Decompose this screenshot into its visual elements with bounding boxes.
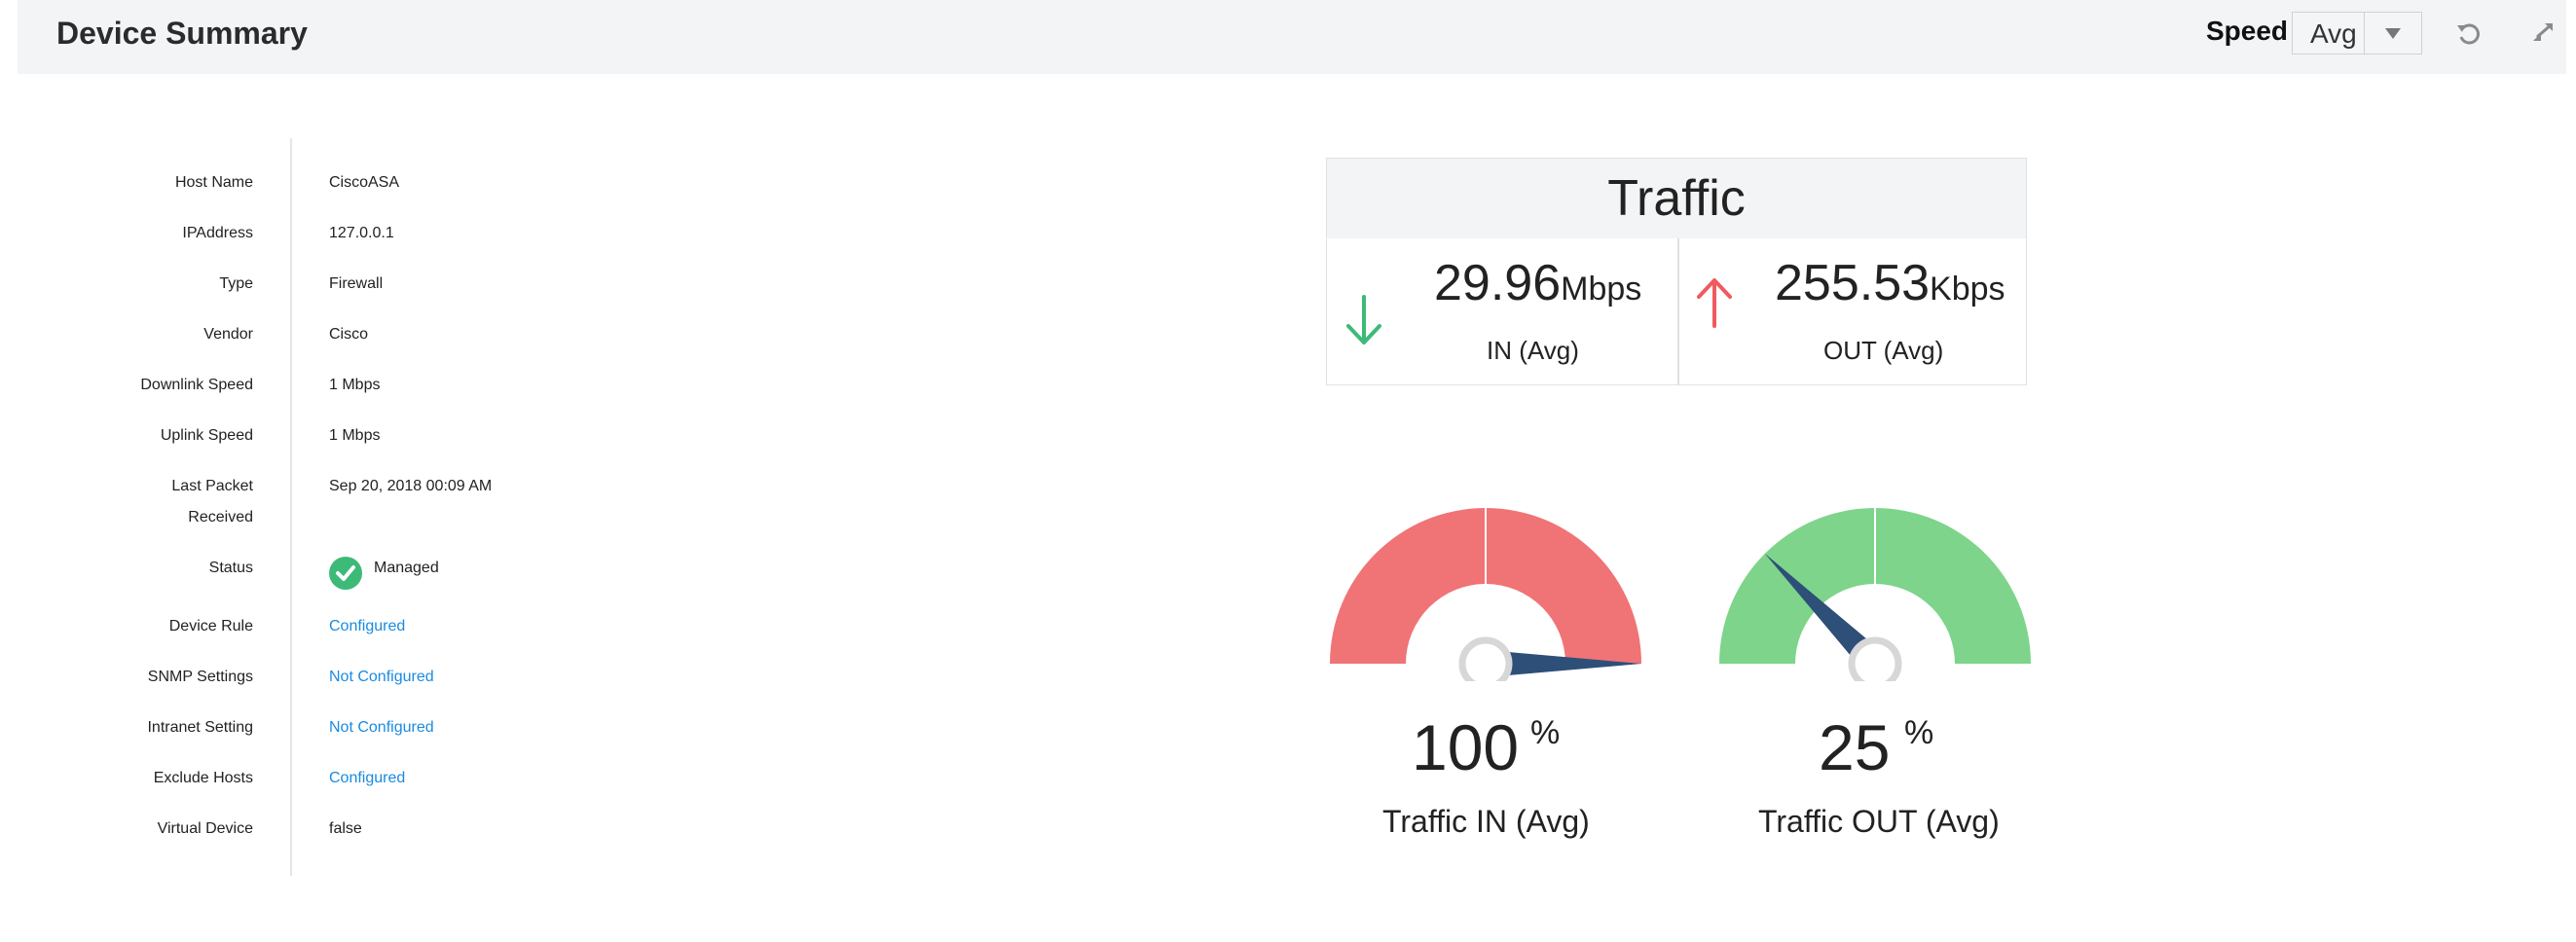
- collapse-icon[interactable]: [2527, 18, 2558, 49]
- traffic-title: Traffic: [1327, 159, 2026, 238]
- last-packet-value: Sep 20, 2018 00:09 AM: [329, 478, 493, 494]
- uplink-speed-value: 1 Mbps: [329, 427, 381, 444]
- vendor-label: Vendor: [203, 326, 253, 343]
- status-label: Status: [208, 560, 253, 576]
- info-divider: [290, 138, 292, 876]
- refresh-icon[interactable]: [2453, 18, 2484, 49]
- device-rule-link[interactable]: Configured: [329, 611, 405, 642]
- traffic-card: Traffic 29.96Mbps IN (Avg) 255.53Kbps OU…: [1326, 158, 2027, 385]
- check-circle-icon: [329, 557, 362, 590]
- traffic-out-reading: 255.53Kbps: [1775, 254, 2006, 312]
- arrow-up-icon: [1697, 278, 1732, 328]
- intranet-setting-link[interactable]: Not Configured: [329, 712, 434, 743]
- traffic-out-value: 255.53: [1775, 255, 1931, 311]
- traffic-out-gauge: [1719, 485, 2031, 681]
- gauge-hub: [1848, 636, 1902, 681]
- uplink-speed-label: Uplink Speed: [160, 427, 253, 444]
- type-label: Type: [219, 275, 253, 292]
- ip-address-label: IPAddress: [182, 225, 253, 241]
- ip-address-value: 127.0.0.1: [329, 225, 394, 241]
- traffic-out-label: OUT (Avg): [1823, 336, 1944, 365]
- downlink-speed-value: 1 Mbps: [329, 377, 381, 393]
- traffic-in-gauge-value: 100: [1412, 711, 1520, 783]
- virtual-device-value: false: [329, 820, 362, 837]
- downlink-speed-label: Downlink Speed: [140, 377, 253, 393]
- snmp-settings-label: SNMP Settings: [147, 669, 253, 685]
- traffic-out-unit: Kbps: [1930, 271, 2006, 308]
- traffic-in-gauge-unit: %: [1530, 714, 1561, 751]
- snmp-settings-link[interactable]: Not Configured: [329, 662, 434, 693]
- traffic-in-label: IN (Avg): [1487, 336, 1579, 365]
- exclude-hosts-label: Exclude Hosts: [153, 770, 253, 786]
- speed-label: Speed: [2206, 16, 2289, 46]
- speed-selected-value: Avg: [2310, 18, 2357, 49]
- status-value: Managed: [374, 560, 439, 576]
- traffic-in-unit: Mbps: [1561, 271, 1642, 308]
- last-packet-label-line1: Last Packet: [171, 478, 253, 494]
- host-name-value: CiscoASA: [329, 174, 400, 191]
- traffic-in-gauge-label: Traffic IN (Avg): [1382, 804, 1590, 839]
- type-value: Firewall: [329, 275, 384, 292]
- intranet-setting-label: Intranet Setting: [147, 719, 253, 736]
- host-name-label: Host Name: [174, 174, 253, 191]
- last-packet-label-line2: Received: [188, 509, 253, 525]
- speed-dropdown[interactable]: Avg: [2292, 12, 2422, 54]
- traffic-divider: [1677, 238, 1679, 384]
- traffic-in-gauge: [1330, 485, 1641, 681]
- exclude-hosts-link[interactable]: Configured: [329, 763, 405, 794]
- traffic-in-value: 29.96: [1434, 255, 1562, 311]
- arrow-down-icon: [1346, 295, 1381, 344]
- device-rule-label: Device Rule: [168, 618, 253, 634]
- traffic-out-gauge-label: Traffic OUT (Avg): [1758, 804, 2000, 839]
- gauge-hub: [1458, 636, 1513, 681]
- traffic-out-gauge-unit: %: [1904, 714, 1934, 751]
- summary-header: Device Summary Speed Avg: [18, 0, 2566, 74]
- page-title: Device Summary: [56, 16, 308, 51]
- chevron-down-icon: [2385, 28, 2401, 39]
- vendor-value: Cisco: [329, 326, 369, 343]
- speed-dropdown-toggle[interactable]: [2364, 13, 2421, 54]
- traffic-in-reading: 29.96Mbps: [1434, 254, 1641, 312]
- traffic-out-gauge-value: 25: [1819, 711, 1891, 783]
- virtual-device-label: Virtual Device: [157, 820, 253, 837]
